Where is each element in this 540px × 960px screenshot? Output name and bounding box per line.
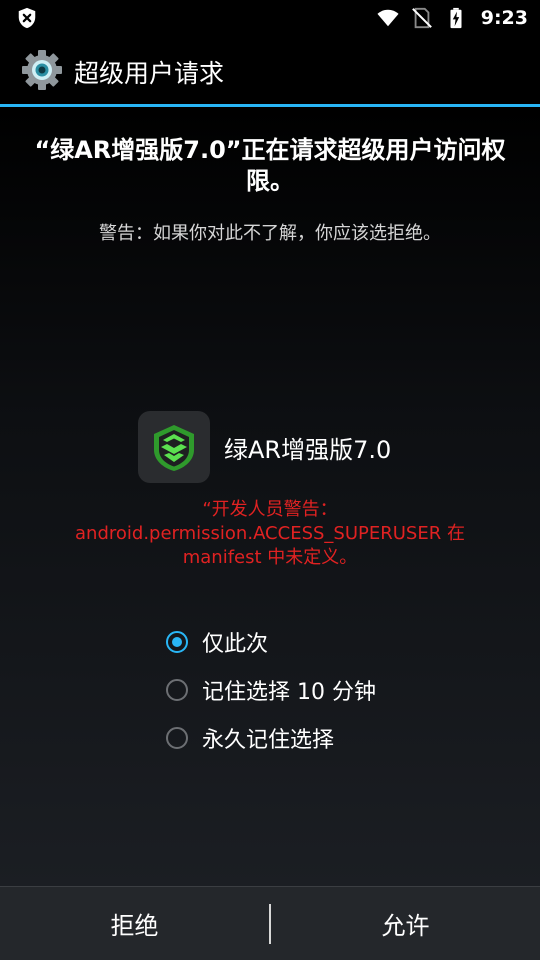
action-bar: 超级用户请求 [0,36,540,104]
developer-warning: “开发人员警告： android.permission.ACCESS_SUPER… [20,498,520,570]
app-name: 绿AR增强版7.0 [224,435,392,464]
option-once[interactable]: 仅此次 [166,618,376,666]
status-icons: 9:23 [377,0,528,36]
radio-button[interactable] [166,679,188,701]
option-remember-forever[interactable]: 永久记住选择 [166,714,376,762]
gear-icon [22,50,62,90]
developer-warning-line: manifest 中未定义。 [182,547,358,568]
radio-button[interactable] [166,727,188,749]
option-remember-10-min[interactable]: 记住选择 10 分钟 [166,666,376,714]
no-sim-icon [411,7,432,29]
option-label: 记住选择 10 分钟 [202,680,376,705]
radio-button-checked[interactable] [166,631,188,653]
status-clock: 9:23 [480,7,528,29]
superuser-shield-icon [18,7,36,29]
button-bar: 拒绝 允许 [0,886,540,960]
developer-warning-line: android.permission.ACCESS_SUPERUSER 在 [75,523,465,544]
option-label: 仅此次 [202,632,269,657]
requesting-app: 绿AR增强版7.0 [138,411,391,483]
warning-text: 警告：如果你对此不了解，你应该选拒绝。 [99,223,441,244]
option-label: 永久记住选择 [202,728,335,753]
wifi-icon [377,9,399,27]
page-title: 超级用户请求 [74,59,225,88]
status-bar: 9:23 [0,0,540,36]
request-content: “绿AR增强版7.0”正在请求超级用户访问权限。 警告：如果你对此不了解，你应该… [0,107,540,886]
remember-options: 仅此次 记住选择 10 分钟 永久记住选择 [166,618,376,762]
app-icon [138,411,210,483]
request-title: “绿AR增强版7.0”正在请求超级用户访问权限。 [34,136,506,195]
battery-charging-icon [450,7,462,29]
deny-button[interactable]: 拒绝 [0,887,269,960]
green-shield-icon [154,425,194,471]
allow-button[interactable]: 允许 [271,887,540,960]
developer-warning-line: “开发人员警告： [202,499,338,520]
